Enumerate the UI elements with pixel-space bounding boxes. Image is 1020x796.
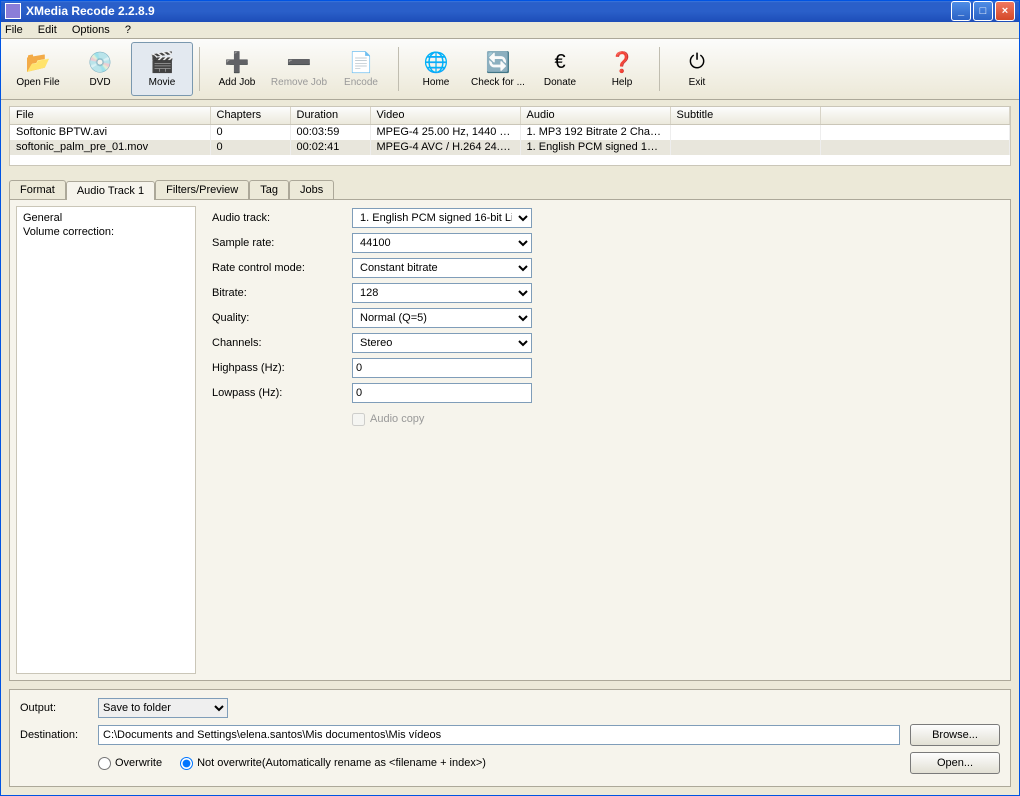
sample-rate-label: Sample rate: xyxy=(212,237,352,249)
exit-button[interactable]: ⏻ Exit xyxy=(666,42,728,96)
col-subtitle[interactable]: Subtitle xyxy=(670,107,820,125)
donate-button[interactable]: € Donate xyxy=(529,42,591,96)
remove-job-icon: ➖ xyxy=(286,49,312,75)
lowpass-input[interactable] xyxy=(352,383,532,403)
file-list[interactable]: FileChaptersDurationVideoAudioSubtitle S… xyxy=(9,106,1011,166)
tab-tag[interactable]: Tag xyxy=(249,180,289,199)
toolbar: 📂Open File💿DVD🎬Movie➕Add Job➖Remove Job📄… xyxy=(1,39,1019,100)
side-volume-correction[interactable]: Volume correction: xyxy=(23,225,189,239)
col-chapters[interactable]: Chapters xyxy=(210,107,290,125)
check-updates-icon: 🔄 xyxy=(485,49,511,75)
table-row[interactable]: Softonic BPTW.avi000:03:59MPEG-4 25.00 H… xyxy=(10,125,1010,140)
dvd-button[interactable]: 💿 DVD xyxy=(69,42,131,96)
movie-button[interactable]: 🎬 Movie xyxy=(131,42,193,96)
home-button[interactable]: 🌐 Home xyxy=(405,42,467,96)
rate-control-label: Rate control mode: xyxy=(212,262,352,274)
destination-label: Destination: xyxy=(20,729,98,741)
open-file-button-label: Open File xyxy=(16,77,59,88)
not-overwrite-radio-label[interactable]: Not overwrite(Automatically rename as <f… xyxy=(180,757,486,770)
titlebar: XMedia Recode 2.2.8.9 _ □ × xyxy=(1,1,1019,22)
maximize-button[interactable]: □ xyxy=(973,1,993,21)
tab-row: FormatAudio Track 1Filters/PreviewTagJob… xyxy=(9,180,1011,199)
movie-icon: 🎬 xyxy=(149,49,175,75)
home-icon: 🌐 xyxy=(423,49,449,75)
side-panel[interactable]: General Volume correction: xyxy=(16,206,196,674)
home-button-label: Home xyxy=(423,77,450,88)
quality-label: Quality: xyxy=(212,312,352,324)
channels-select[interactable]: Stereo xyxy=(352,333,532,353)
not-overwrite-radio[interactable] xyxy=(180,757,193,770)
tab-jobs[interactable]: Jobs xyxy=(289,180,334,199)
help-button-label: Help xyxy=(612,77,633,88)
side-general[interactable]: General xyxy=(23,211,189,225)
audio-track-select[interactable]: 1. English PCM signed 16-bit Littl xyxy=(352,208,532,228)
audio-track-label: Audio track: xyxy=(212,212,352,224)
menu-edit[interactable]: Edit xyxy=(38,24,57,36)
col-file[interactable]: File xyxy=(10,107,210,125)
encode-button: 📄 Encode xyxy=(330,42,392,96)
tab-filters-preview[interactable]: Filters/Preview xyxy=(155,180,249,199)
rate-control-select[interactable]: Constant bitrate xyxy=(352,258,532,278)
table-row[interactable]: softonic_palm_pre_01.mov000:02:41MPEG-4 … xyxy=(10,140,1010,155)
highpass-input[interactable] xyxy=(352,358,532,378)
menubar: File Edit Options ? xyxy=(1,22,1019,39)
open-button[interactable]: Open... xyxy=(910,752,1000,774)
col-duration[interactable]: Duration xyxy=(290,107,370,125)
tab-audio-track-1[interactable]: Audio Track 1 xyxy=(66,181,155,200)
audio-copy-checkbox xyxy=(352,413,365,426)
app-icon xyxy=(5,3,21,19)
col-audio[interactable]: Audio xyxy=(520,107,670,125)
bitrate-label: Bitrate: xyxy=(212,287,352,299)
tab-panel: General Volume correction: Audio track: … xyxy=(9,199,1011,681)
output-label: Output: xyxy=(20,702,98,714)
browse-button[interactable]: Browse... xyxy=(910,724,1000,746)
remove-job-button: ➖ Remove Job xyxy=(268,42,330,96)
close-button[interactable]: × xyxy=(995,1,1015,21)
output-select[interactable]: Save to folder xyxy=(98,698,228,718)
help-button[interactable]: ❓ Help xyxy=(591,42,653,96)
audio-form: Audio track: 1. English PCM signed 16-bi… xyxy=(202,206,1004,674)
quality-select[interactable]: Normal (Q=5) xyxy=(352,308,532,328)
window-title: XMedia Recode 2.2.8.9 xyxy=(26,4,949,18)
donate-icon: € xyxy=(547,49,573,75)
exit-button-label: Exit xyxy=(689,77,706,88)
sample-rate-select[interactable]: 44100 xyxy=(352,233,532,253)
col-video[interactable]: Video xyxy=(370,107,520,125)
channels-label: Channels: xyxy=(212,337,352,349)
dvd-icon: 💿 xyxy=(87,49,113,75)
tab-format[interactable]: Format xyxy=(9,180,66,199)
overwrite-radio-label[interactable]: Overwrite xyxy=(98,757,162,770)
add-job-button[interactable]: ➕ Add Job xyxy=(206,42,268,96)
add-job-icon: ➕ xyxy=(224,49,250,75)
open-file-icon: 📂 xyxy=(25,49,51,75)
encode-icon: 📄 xyxy=(348,49,374,75)
remove-job-button-label: Remove Job xyxy=(271,77,327,88)
menu-options[interactable]: Options xyxy=(72,24,110,36)
overwrite-radio[interactable] xyxy=(98,757,111,770)
movie-button-label: Movie xyxy=(149,77,176,88)
encode-button-label: Encode xyxy=(344,77,378,88)
exit-icon: ⏻ xyxy=(684,49,710,75)
minimize-button[interactable]: _ xyxy=(951,1,971,21)
menu-help[interactable]: ? xyxy=(125,24,131,36)
lowpass-label: Lowpass (Hz): xyxy=(212,387,352,399)
help-icon: ❓ xyxy=(609,49,635,75)
highpass-label: Highpass (Hz): xyxy=(212,362,352,374)
add-job-button-label: Add Job xyxy=(219,77,256,88)
destination-input[interactable] xyxy=(98,725,900,745)
audio-copy-label: Audio copy xyxy=(370,413,424,425)
bitrate-select[interactable]: 128 xyxy=(352,283,532,303)
check-updates-button[interactable]: 🔄 Check for ... xyxy=(467,42,529,96)
check-updates-button-label: Check for ... xyxy=(471,77,525,88)
dvd-button-label: DVD xyxy=(89,77,110,88)
donate-button-label: Donate xyxy=(544,77,576,88)
output-panel: Output: Save to folder Destination: Brow… xyxy=(9,689,1011,787)
open-file-button[interactable]: 📂 Open File xyxy=(7,42,69,96)
menu-file[interactable]: File xyxy=(5,24,23,36)
